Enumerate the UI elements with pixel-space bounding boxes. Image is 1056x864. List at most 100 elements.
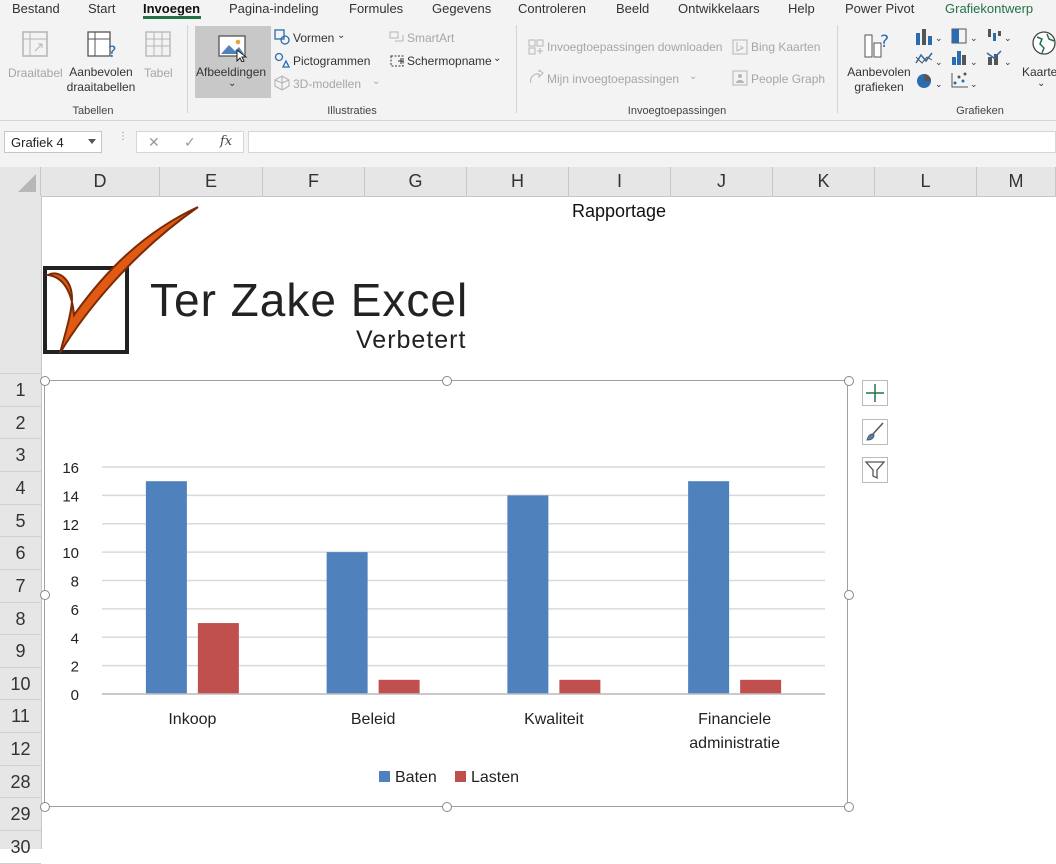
row-header-12[interactable]: 12 bbox=[0, 733, 41, 766]
resize-handle-top[interactable] bbox=[442, 376, 452, 386]
row-header-30[interactable]: 30 bbox=[0, 831, 41, 864]
combo-chart-icon: ⌄ bbox=[986, 50, 1012, 67]
row-header-5[interactable]: 5 bbox=[0, 505, 41, 537]
store-icon bbox=[528, 39, 544, 55]
afbeeldingen-button[interactable]: Afbeeldingen ⌄ bbox=[195, 26, 271, 98]
column-header-m[interactable]: M bbox=[977, 167, 1056, 196]
enter-icon[interactable]: ✓ bbox=[184, 134, 196, 151]
row-header-8[interactable]: 8 bbox=[0, 603, 41, 635]
x-tick-label: Inkoop bbox=[168, 711, 216, 728]
column-header-f[interactable]: F bbox=[263, 167, 365, 196]
pictogrammen-button[interactable]: Pictogrammen bbox=[293, 54, 370, 68]
resize-handle-top-left[interactable] bbox=[40, 376, 50, 386]
select-all-triangle-icon bbox=[18, 174, 36, 192]
tab-ontwikkelaars[interactable]: Ontwikkelaars bbox=[678, 1, 760, 16]
tabel-button[interactable]: Tabel bbox=[144, 66, 173, 80]
insert-function-button[interactable]: fx bbox=[220, 134, 232, 149]
svg-text:⌄: ⌄ bbox=[935, 57, 943, 67]
column-header-l[interactable]: L bbox=[875, 167, 977, 196]
y-tick-label: 0 bbox=[71, 687, 79, 704]
chart-styles-button[interactable] bbox=[862, 419, 888, 445]
chevron-down-icon[interactable] bbox=[88, 139, 96, 144]
tab-help[interactable]: Help bbox=[788, 1, 815, 16]
recommended-pivot-button[interactable]: Aanbevolen draaitabellen bbox=[66, 65, 136, 95]
row-header-9[interactable]: 9 bbox=[0, 635, 41, 668]
row-header-28[interactable]: 28 bbox=[0, 766, 41, 798]
column-header-d[interactable]: D bbox=[41, 167, 160, 196]
tab-grafiekontwerp[interactable]: Grafiekontwerp bbox=[945, 1, 1033, 16]
row-header-1[interactable]: 1 bbox=[0, 374, 41, 407]
y-tick-label: 4 bbox=[71, 630, 79, 647]
tab-start[interactable]: Start bbox=[88, 1, 115, 16]
column-headers: D E F G H I J K L M bbox=[0, 167, 1056, 197]
tab-pagina-indeling[interactable]: Pagina-indeling bbox=[229, 1, 319, 16]
resize-handle-bottom-left[interactable] bbox=[40, 802, 50, 812]
row-header-11[interactable]: 11 bbox=[0, 700, 41, 733]
chart-object[interactable]: 0 2 4 6 8 10 12 14 16 Inkoop Beleid Kwaliteit Financ… bbox=[44, 380, 848, 807]
recommended-charts-label-2: grafieken bbox=[854, 80, 904, 94]
row-header-3[interactable]: 3 bbox=[0, 439, 41, 472]
chevron-down-icon: ⌄ bbox=[337, 30, 346, 41]
kaarten-button[interactable]: Kaarten bbox=[1022, 65, 1056, 79]
addins-download-button[interactable]: Invoegtoepassingen downloaden bbox=[547, 40, 722, 54]
chevron-down-icon: ⌄ bbox=[493, 53, 502, 64]
bing-maps-button[interactable]: Bing Kaarten bbox=[751, 40, 820, 54]
resize-handle-left[interactable] bbox=[40, 590, 50, 600]
row-header-2[interactable]: 2 bbox=[0, 407, 41, 439]
3d-modellen-button[interactable]: 3D-modellen bbox=[293, 77, 361, 91]
chart-elements-button[interactable] bbox=[862, 380, 888, 406]
tab-bestand[interactable]: Bestand bbox=[12, 1, 60, 16]
resize-handle-bottom-right[interactable] bbox=[844, 802, 854, 812]
tab-power-pivot[interactable]: Power Pivot bbox=[845, 1, 914, 16]
group-label-tabellen: Tabellen bbox=[72, 105, 114, 117]
y-tick-label: 16 bbox=[62, 460, 79, 477]
drag-handle-icon[interactable]: ⋮ bbox=[118, 132, 128, 149]
smartart-button[interactable]: SmartArt bbox=[407, 31, 454, 45]
column-header-k[interactable]: K bbox=[773, 167, 875, 196]
resize-handle-top-right[interactable] bbox=[844, 376, 854, 386]
row-header-6[interactable]: 6 bbox=[0, 537, 41, 570]
legend-swatch bbox=[455, 771, 466, 782]
y-tick-label: 8 bbox=[71, 574, 79, 591]
pictures-icon bbox=[218, 35, 248, 62]
schermopname-button[interactable]: Schermopname bbox=[407, 54, 492, 68]
bar-baten-1 bbox=[326, 552, 368, 694]
tab-invoegen[interactable]: Invoegen bbox=[143, 1, 200, 16]
people-graph-button[interactable]: People Graph bbox=[751, 72, 825, 86]
group-label-grafieken: Grafieken bbox=[956, 105, 1004, 117]
column-header-g[interactable]: G bbox=[365, 167, 467, 196]
screenshot-icon bbox=[390, 55, 404, 67]
chart-filters-button[interactable] bbox=[862, 457, 888, 483]
column-header-h[interactable]: H bbox=[467, 167, 569, 196]
vormen-button[interactable]: Vormen bbox=[293, 31, 334, 45]
cancel-icon[interactable]: ✕ bbox=[148, 134, 160, 151]
draaitabel-button[interactable]: Draaitabel bbox=[8, 66, 63, 80]
bar-lasten-3 bbox=[740, 679, 782, 694]
y-tick-label: 2 bbox=[71, 659, 79, 676]
name-box[interactable]: Grafiek 4 bbox=[4, 131, 102, 153]
resize-handle-bottom[interactable] bbox=[442, 802, 452, 812]
column-header-j[interactable]: J bbox=[671, 167, 773, 196]
formula-input[interactable] bbox=[248, 131, 1056, 153]
bar-baten-2 bbox=[507, 495, 549, 694]
row-header-10[interactable]: 10 bbox=[0, 668, 41, 700]
name-box-value: Grafiek 4 bbox=[11, 135, 64, 150]
tab-beeld[interactable]: Beeld bbox=[616, 1, 649, 16]
my-addins-button[interactable]: Mijn invoegtoepassingen bbox=[547, 72, 679, 86]
bar-lasten-0 bbox=[197, 623, 239, 694]
recommended-charts-button[interactable]: Aanbevolen grafieken bbox=[843, 65, 915, 95]
row-header-29[interactable]: 29 bbox=[0, 798, 41, 831]
bar-lasten-1 bbox=[378, 679, 420, 694]
tab-gegevens[interactable]: Gegevens bbox=[432, 1, 491, 16]
group-label-invoegtoepassingen: Invoegtoepassingen bbox=[627, 105, 727, 117]
row-header-7[interactable]: 7 bbox=[0, 570, 41, 603]
tab-controleren[interactable]: Controleren bbox=[518, 1, 586, 16]
column-header-e[interactable]: E bbox=[160, 167, 263, 196]
resize-handle-right[interactable] bbox=[844, 590, 854, 600]
tab-formules[interactable]: Formules bbox=[349, 1, 403, 16]
chart-type-gallery[interactable]: ⌄ ⌄ ⌄ ⌄ ⌄ ⌄ ⌄ ⌄ bbox=[914, 27, 1018, 105]
line-chart-icon: ⌄ bbox=[915, 52, 943, 67]
row-header-4[interactable]: 4 bbox=[0, 472, 41, 505]
select-all-button[interactable] bbox=[0, 167, 41, 196]
column-header-i[interactable]: I bbox=[569, 167, 671, 196]
